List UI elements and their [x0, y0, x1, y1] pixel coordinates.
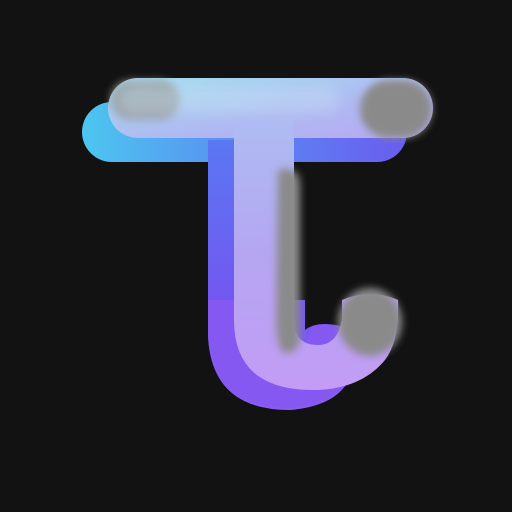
gray-hook-top: [338, 288, 402, 356]
t-letter-logo-icon: [82, 78, 433, 410]
bar-highlight: [120, 86, 340, 114]
gray-stem-shadow: [276, 169, 300, 353]
gray-bar-end: [360, 80, 432, 138]
app-icon-canvas: [0, 0, 512, 512]
